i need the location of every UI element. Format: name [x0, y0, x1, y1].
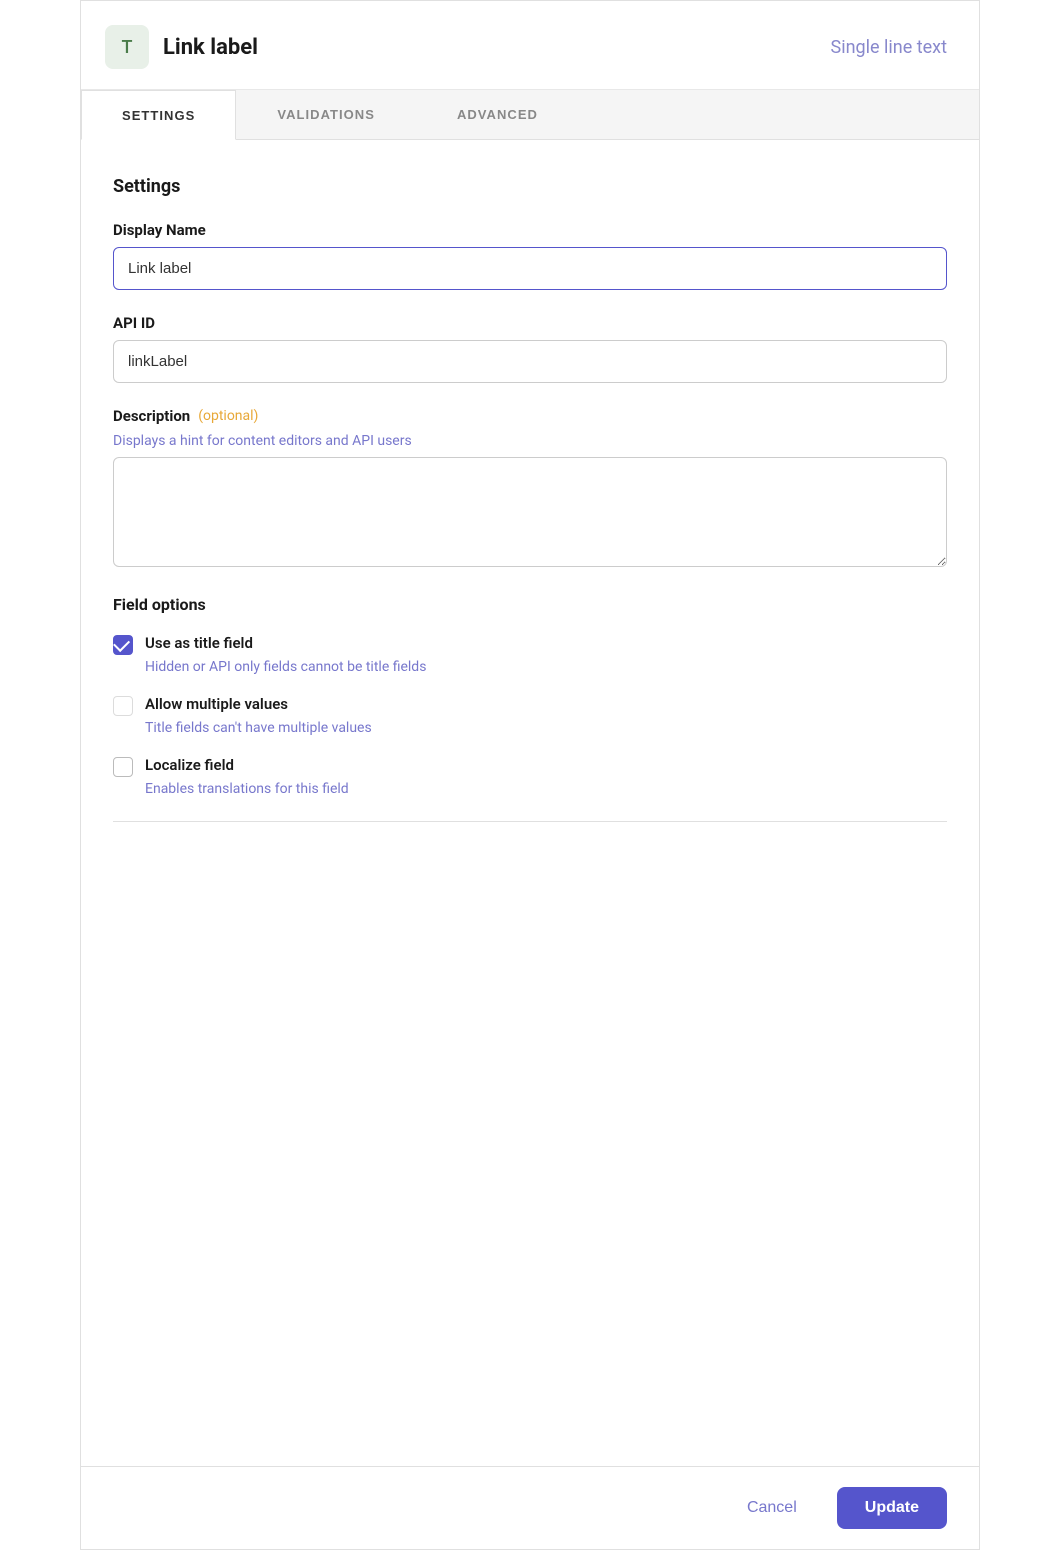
option-localize-field-row: Localize field — [113, 756, 947, 777]
option-use-as-title-row: Use as title field — [113, 634, 947, 655]
footer: Cancel Update — [81, 1466, 979, 1549]
settings-content: Settings Display Name API ID Description… — [81, 140, 979, 1466]
header-left: T Link label — [105, 25, 258, 69]
display-name-group: Display Name — [113, 221, 947, 290]
checkbox-use-as-title[interactable] — [113, 635, 133, 655]
description-input[interactable] — [113, 457, 947, 567]
settings-panel: T Link label Single line text SETTINGS V… — [80, 0, 980, 1550]
field-type-label: Single line text — [831, 37, 947, 58]
display-name-label: Display Name — [113, 221, 947, 239]
tab-validations[interactable]: VALIDATIONS — [236, 90, 416, 139]
option-allow-multiple-row: Allow multiple values — [113, 695, 947, 716]
field-options-title: Field options — [113, 595, 947, 614]
optional-badge: (optional) — [198, 408, 258, 424]
description-label: Description (optional) — [113, 407, 947, 425]
page-title: Link label — [163, 35, 258, 60]
option-allow-multiple: Allow multiple values Title fields can't… — [113, 695, 947, 736]
display-name-input[interactable] — [113, 247, 947, 290]
section-title: Settings — [113, 176, 947, 197]
option-localize-field-label: Localize field — [145, 756, 234, 774]
header: T Link label Single line text — [81, 1, 979, 90]
option-use-as-title-label: Use as title field — [145, 634, 253, 652]
description-hint: Displays a hint for content editors and … — [113, 433, 947, 449]
content-divider — [113, 821, 947, 822]
checkbox-allow-multiple[interactable] — [113, 696, 133, 716]
update-button[interactable]: Update — [837, 1487, 947, 1529]
field-options-group: Field options Use as title field Hidden … — [113, 595, 947, 797]
api-id-label: API ID — [113, 314, 947, 332]
option-use-as-title-desc: Hidden or API only fields cannot be titl… — [145, 659, 947, 675]
option-localize-field-desc: Enables translations for this field — [145, 781, 947, 797]
api-id-input[interactable] — [113, 340, 947, 383]
checkbox-localize-field[interactable] — [113, 757, 133, 777]
option-use-as-title: Use as title field Hidden or API only fi… — [113, 634, 947, 675]
tabs-bar: SETTINGS VALIDATIONS ADVANCED — [81, 90, 979, 140]
api-id-group: API ID — [113, 314, 947, 383]
tab-settings[interactable]: SETTINGS — [81, 90, 236, 140]
tab-advanced[interactable]: ADVANCED — [416, 90, 579, 139]
option-allow-multiple-desc: Title fields can't have multiple values — [145, 720, 947, 736]
option-allow-multiple-label: Allow multiple values — [145, 695, 288, 713]
cancel-button[interactable]: Cancel — [723, 1487, 821, 1529]
description-group: Description (optional) Displays a hint f… — [113, 407, 947, 571]
field-type-icon: T — [105, 25, 149, 69]
option-localize-field: Localize field Enables translations for … — [113, 756, 947, 797]
